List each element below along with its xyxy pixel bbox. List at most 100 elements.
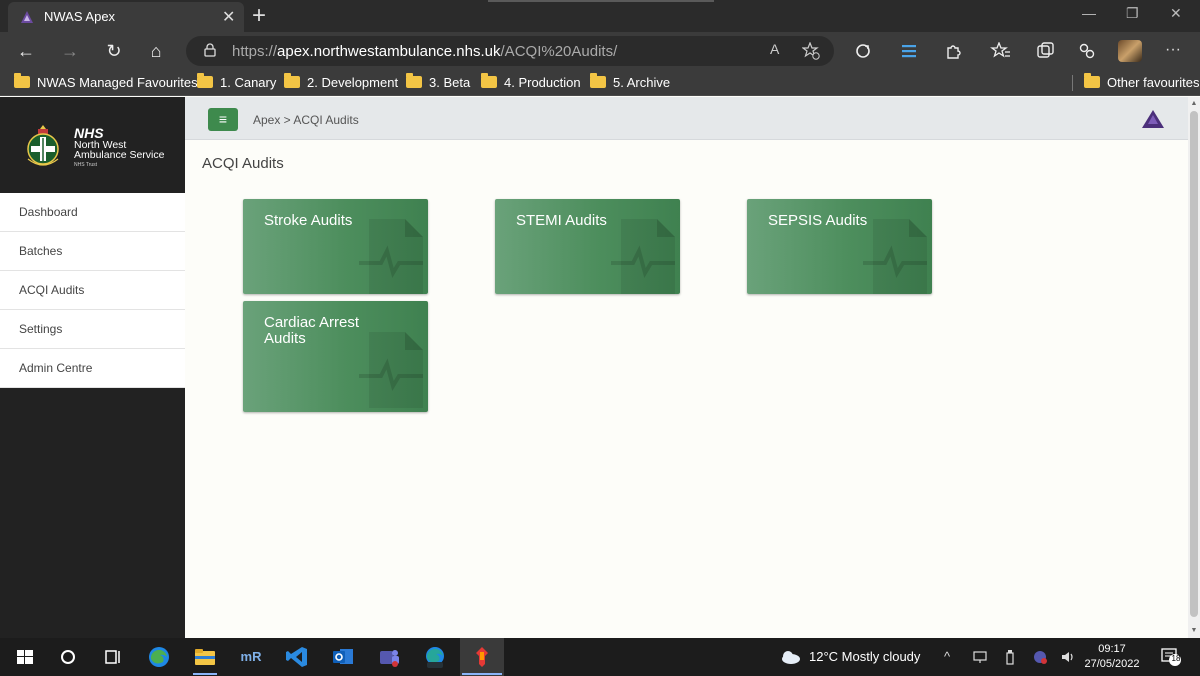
add-favourite-icon[interactable]: [802, 42, 820, 60]
read-aloud-icon[interactable]: A: [770, 41, 779, 57]
folder-icon: [406, 73, 422, 88]
fav-label: NWAS Managed Favourites: [37, 75, 198, 90]
card-sepsis-audits[interactable]: SEPSIS Audits: [747, 199, 932, 294]
collections-icon[interactable]: [1032, 42, 1058, 60]
volume-icon[interactable]: [1060, 650, 1076, 664]
scroll-down-icon[interactable]: ▼: [1188, 625, 1200, 637]
forward-button[interactable]: →: [56, 38, 84, 64]
sidebar: NHS North West Ambulance Service NHS Tru…: [0, 97, 185, 638]
sidebar-item-acqi-audits[interactable]: ACQI Audits: [0, 271, 185, 310]
fav-label: 1. Canary: [220, 75, 277, 90]
fav-canary[interactable]: 1. Canary: [197, 73, 277, 92]
sidebar-item-batches[interactable]: Batches: [0, 232, 185, 271]
fav-label: 5. Archive: [613, 75, 671, 90]
url-host: apex.northwestambulance.nhs.uk: [277, 43, 501, 60]
card-cardiac-arrest-audits[interactable]: Cardiac Arrest Audits: [243, 301, 428, 412]
sidebar-menu: Dashboard Batches ACQI Audits Settings A…: [0, 193, 185, 388]
notification-count: 18: [1171, 654, 1181, 663]
minimize-button[interactable]: —: [1082, 5, 1096, 21]
tab-title: NWAS Apex: [44, 9, 116, 24]
menu-toggle-button[interactable]: ≡: [208, 108, 238, 131]
close-window-button[interactable]: ✕: [1170, 5, 1182, 22]
active-app-indicator: [462, 673, 502, 675]
new-tab-button[interactable]: +: [252, 2, 266, 30]
cloud-weather-icon: [782, 651, 800, 664]
show-hidden-icons[interactable]: ^: [944, 649, 950, 664]
breadcrumb: Apex > ACQI Audits: [253, 113, 359, 127]
card-stemi-audits[interactable]: STEMI Audits: [495, 199, 680, 294]
trust-label: NHS Trust: [74, 162, 98, 168]
scroll-up-icon[interactable]: ▲: [1188, 98, 1200, 110]
fav-beta[interactable]: 3. Beta: [406, 73, 471, 92]
page-title: ACQI Audits: [202, 155, 284, 172]
back-button[interactable]: ←: [12, 38, 40, 64]
refresh-button[interactable]: ↻: [100, 38, 128, 64]
network-icon[interactable]: [972, 650, 988, 664]
sidebar-item-settings[interactable]: Settings: [0, 310, 185, 349]
heartbeat-document-icon: [611, 219, 675, 294]
notification-center-button[interactable]: 18: [1160, 647, 1182, 667]
vscode-icon[interactable]: [284, 644, 310, 670]
fav-label: 4. Production: [504, 75, 581, 90]
browser-titlebar: NWAS Apex ✕ + — ❐ ✕: [0, 0, 1200, 32]
extensions-icon[interactable]: [940, 42, 966, 60]
heartbeat-document-icon: [359, 332, 423, 408]
browser-essentials-icon[interactable]: [1074, 42, 1100, 60]
edge-beta-icon[interactable]: [422, 644, 448, 670]
mremoteng-icon[interactable]: mR: [238, 644, 264, 670]
apex-logo-icon[interactable]: [1141, 109, 1165, 129]
folder-icon: [590, 73, 606, 88]
restore-button[interactable]: ❐: [1126, 5, 1139, 22]
lock-icon: [204, 43, 216, 57]
favourites-bar: NWAS Managed Favourites 1. Canary 2. Dev…: [0, 70, 1200, 96]
url-text[interactable]: https://apex.northwestambulance.nhs.uk/A…: [232, 43, 617, 60]
fav-other-favourites[interactable]: Other favourites: [1084, 73, 1200, 92]
outlook-icon[interactable]: [330, 644, 356, 670]
more-options-icon[interactable]: ···: [1160, 37, 1186, 63]
fav-label: 3. Beta: [429, 75, 471, 90]
folder-icon: [197, 73, 213, 88]
sidebar-item-admin-centre[interactable]: Admin Centre: [0, 349, 185, 388]
favourites-icon[interactable]: [988, 42, 1014, 60]
fav-nwas-managed[interactable]: NWAS Managed Favourites: [14, 73, 198, 92]
windows-start-icon[interactable]: [12, 644, 38, 670]
url-scheme: https://: [232, 43, 278, 60]
profile-avatar[interactable]: [1118, 40, 1142, 62]
task-view-icon[interactable]: [100, 644, 126, 670]
page-scrollbar[interactable]: ▲ ▼: [1188, 97, 1200, 638]
collections-list-icon[interactable]: [896, 43, 922, 59]
search-circle-icon[interactable]: [55, 644, 81, 670]
sidebar-item-dashboard[interactable]: Dashboard: [0, 193, 185, 232]
weather-text[interactable]: 12°C Mostly cloudy: [809, 649, 920, 664]
address-bar[interactable]: https://apex.northwestambulance.nhs.uk/A…: [186, 36, 834, 66]
edge-icon[interactable]: [146, 644, 172, 670]
org-line-2: Ambulance Service: [74, 149, 165, 161]
fav-label: 2. Development: [307, 75, 399, 90]
file-explorer-icon[interactable]: [192, 644, 218, 670]
sync-icon[interactable]: [850, 43, 876, 59]
app-topbar: ≡ Apex > ACQI Audits: [185, 97, 1188, 140]
browser-tab[interactable]: NWAS Apex ✕: [8, 2, 244, 32]
apex-favicon-icon: [21, 11, 33, 23]
tab-close-icon[interactable]: ✕: [222, 7, 235, 27]
card-stroke-audits[interactable]: Stroke Audits: [243, 199, 428, 294]
usb-icon[interactable]: [1004, 649, 1016, 665]
fav-archive[interactable]: 5. Archive: [590, 73, 671, 92]
scrollbar-thumb[interactable]: [1190, 111, 1198, 617]
teams-tray-icon[interactable]: [1032, 649, 1048, 665]
system-clock[interactable]: 09:17 27/05/2022: [1084, 642, 1140, 672]
fav-label: Other favourites: [1107, 75, 1200, 90]
heartbeat-document-icon: [359, 219, 423, 294]
windows-taskbar: mR 12°C Mostly cloudy ^ 09:17 27/05/2022…: [0, 638, 1200, 676]
web-page: NHS North West Ambulance Service NHS Tru…: [0, 97, 1200, 638]
clock-time: 09:17: [1098, 643, 1126, 655]
favourites-separator: [1072, 75, 1073, 91]
fav-development[interactable]: 2. Development: [284, 73, 399, 92]
home-button[interactable]: ⌂: [142, 38, 170, 64]
titlebar-accent: [488, 0, 714, 2]
fav-production[interactable]: 4. Production: [481, 73, 581, 92]
teams-icon[interactable]: [376, 644, 402, 670]
folder-icon: [14, 73, 30, 88]
pinned-app-icon[interactable]: [469, 644, 495, 670]
clock-date: 27/05/2022: [1084, 658, 1140, 670]
